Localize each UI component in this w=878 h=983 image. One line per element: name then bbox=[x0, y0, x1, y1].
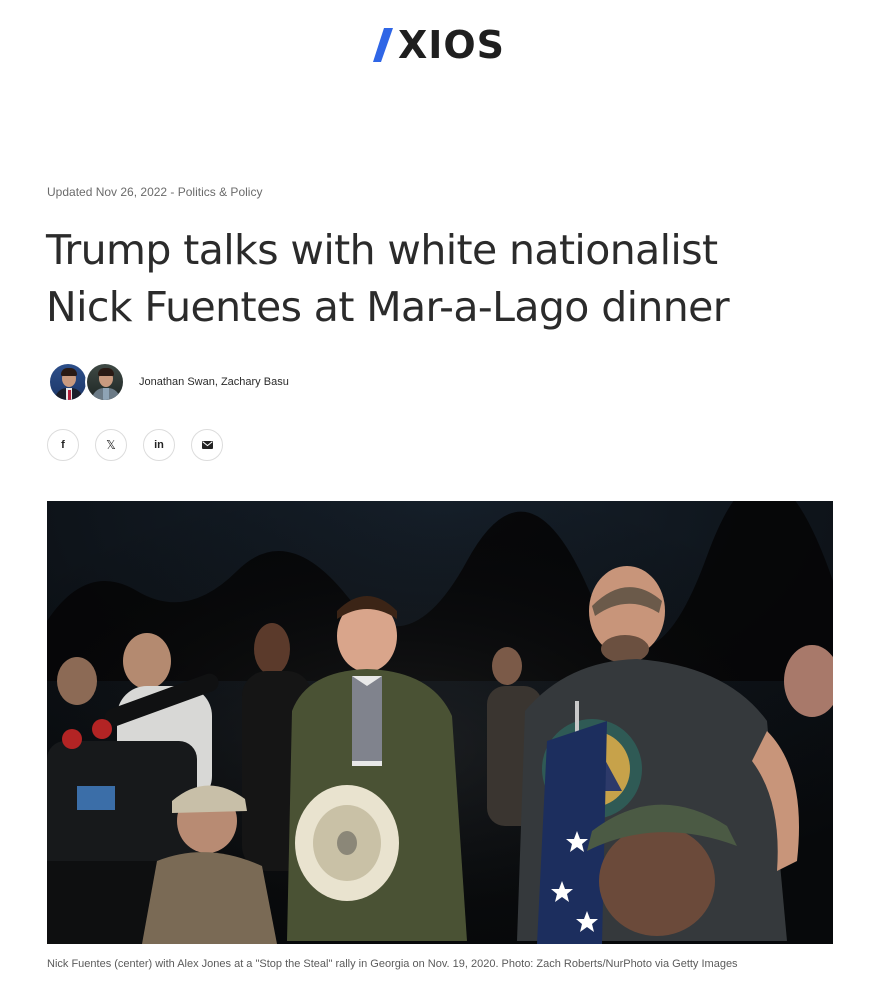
photo-caption: Nick Fuentes (center) with Alex Jones at… bbox=[47, 958, 738, 970]
share-bar: f 𝕏 in bbox=[47, 429, 223, 461]
x-twitter-icon: 𝕏 bbox=[106, 438, 116, 452]
headline-line-1: Trump talks with white nationalist bbox=[46, 226, 718, 274]
axios-logo-text: XIOS bbox=[397, 23, 506, 67]
byline: Jonathan Swan, Zachary Basu bbox=[48, 362, 289, 402]
share-linkedin-button[interactable]: in bbox=[143, 429, 175, 461]
linkedin-icon: in bbox=[154, 439, 164, 451]
article-meta: Updated Nov 26, 2022 - Politics & Policy bbox=[47, 185, 263, 199]
axios-logo[interactable]: XIOS bbox=[0, 26, 878, 67]
headline-line-2: Nick Fuentes at Mar-a-Lago dinner bbox=[46, 283, 730, 331]
author-avatar-zachary-basu[interactable] bbox=[85, 362, 125, 402]
byline-authors[interactable]: Jonathan Swan, Zachary Basu bbox=[139, 376, 289, 388]
share-facebook-button[interactable]: f bbox=[47, 429, 79, 461]
hero-photo bbox=[47, 501, 833, 944]
article-headline: Trump talks with white nationalist Nick … bbox=[46, 222, 846, 336]
axios-logo-mark bbox=[372, 28, 393, 62]
share-email-button[interactable] bbox=[191, 429, 223, 461]
share-twitter-button[interactable]: 𝕏 bbox=[95, 429, 127, 461]
facebook-icon: f bbox=[61, 439, 65, 451]
author-avatar-jonathan-swan[interactable] bbox=[48, 362, 88, 402]
email-icon bbox=[201, 441, 213, 449]
